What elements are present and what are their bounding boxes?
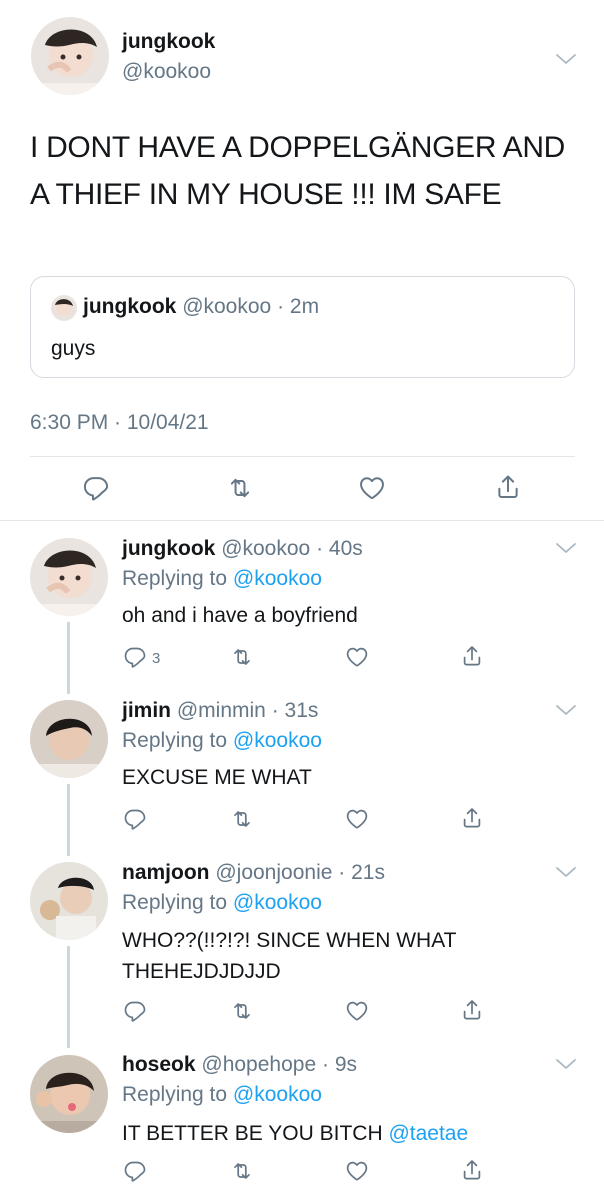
thread-line: [67, 622, 70, 694]
chevron-down-icon[interactable]: [555, 703, 577, 717]
like-icon[interactable]: [345, 999, 369, 1023]
share-icon[interactable]: [460, 998, 484, 1022]
thread-line: [67, 946, 70, 1048]
replying-to: Replying to @kookoo: [122, 1083, 322, 1106]
reply-text: WHO??(!!?!?! SINCE WHEN WHAT THEHEJDJDJJ…: [122, 929, 457, 983]
reply-icon[interactable]: [82, 474, 110, 502]
reply-author-handle[interactable]: @kookoo: [221, 537, 310, 560]
retweet-icon[interactable]: [230, 1159, 254, 1183]
share-icon[interactable]: [460, 1158, 484, 1182]
reply-icon[interactable]: [123, 999, 147, 1023]
retweet-icon[interactable]: [226, 474, 254, 502]
like-icon[interactable]: [345, 645, 369, 669]
divider: [30, 456, 575, 457]
replying-to-link[interactable]: @kookoo: [233, 891, 322, 914]
divider: [0, 520, 604, 521]
like-icon[interactable]: [358, 474, 386, 502]
replying-to: Replying to @kookoo: [122, 567, 322, 590]
share-icon[interactable]: [460, 644, 484, 668]
reply-author-name[interactable]: jimin: [122, 699, 171, 722]
reply-header: namjoon @joonjoonie · 21s: [122, 861, 385, 884]
reply-count: 3: [152, 650, 161, 667]
avatar[interactable]: [30, 700, 108, 778]
reply-text: oh and i have a boyfriend: [122, 604, 358, 627]
tweet-timestamp[interactable]: 6:30 PM · 10/04/21: [30, 411, 209, 435]
retweet-icon[interactable]: [230, 807, 254, 831]
retweet-icon[interactable]: [230, 645, 254, 669]
reply-text: IT BETTER BE YOU BITCH @taetae: [122, 1122, 469, 1145]
like-icon[interactable]: [345, 1159, 369, 1183]
thread-line: [67, 784, 70, 856]
avatar: [51, 295, 77, 321]
quote-text: guys: [51, 337, 96, 360]
replying-to-link[interactable]: @kookoo: [233, 1083, 322, 1106]
avatar[interactable]: [31, 17, 109, 95]
reply-author-name[interactable]: hoseok: [122, 1053, 196, 1076]
share-icon[interactable]: [460, 806, 484, 830]
replying-to: Replying to @kookoo: [122, 891, 322, 914]
reply-author-name[interactable]: namjoon: [122, 861, 210, 884]
chevron-down-icon[interactable]: [555, 1057, 577, 1071]
reply-text: EXCUSE ME WHAT: [122, 766, 312, 789]
reply-time: 9s: [334, 1053, 357, 1076]
retweet-icon[interactable]: [230, 999, 254, 1023]
quote-author-handle: @kookoo: [182, 295, 272, 318]
author-name[interactable]: jungkook: [122, 30, 215, 54]
like-icon[interactable]: [345, 807, 369, 831]
reply-author-handle[interactable]: @joonjoonie: [215, 861, 332, 884]
quote-author-name: jungkook: [83, 295, 177, 318]
replying-to: Replying to @kookoo: [122, 729, 322, 752]
replying-to-link[interactable]: @kookoo: [233, 729, 322, 752]
reply-time: 31s: [284, 699, 319, 722]
quote-time: 2m: [289, 295, 320, 318]
share-icon[interactable]: [494, 473, 522, 501]
avatar[interactable]: [30, 538, 108, 616]
avatar[interactable]: [30, 862, 108, 940]
replying-to-link[interactable]: @kookoo: [233, 567, 322, 590]
author-handle[interactable]: @kookoo: [122, 60, 211, 84]
reply-header: hoseok @hopehope · 9s: [122, 1053, 357, 1076]
reply-author-handle[interactable]: @hopehope: [201, 1053, 316, 1076]
mention-link[interactable]: @taetae: [388, 1122, 468, 1145]
reply-author-name[interactable]: jungkook: [122, 537, 215, 560]
reply-time: 40s: [328, 537, 363, 560]
reply-header: jungkook @kookoo · 40s: [122, 537, 363, 560]
quoted-tweet[interactable]: jungkook @kookoo · 2m guys: [30, 276, 575, 378]
reply-icon[interactable]: [123, 1159, 147, 1183]
chevron-down-icon[interactable]: [555, 541, 577, 555]
reply-icon[interactable]: [123, 807, 147, 831]
reply-header: jimin @minmin · 31s: [122, 699, 319, 722]
reply-author-handle[interactable]: @minmin: [177, 699, 266, 722]
chevron-down-icon[interactable]: [555, 52, 577, 66]
tweet-text: I DONT HAVE A DOPPELGÄNGER AND A THIEF I…: [30, 131, 566, 211]
reply-icon[interactable]: [123, 645, 147, 669]
reply-time: 21s: [351, 861, 385, 884]
chevron-down-icon[interactable]: [555, 865, 577, 879]
avatar[interactable]: [30, 1055, 108, 1133]
